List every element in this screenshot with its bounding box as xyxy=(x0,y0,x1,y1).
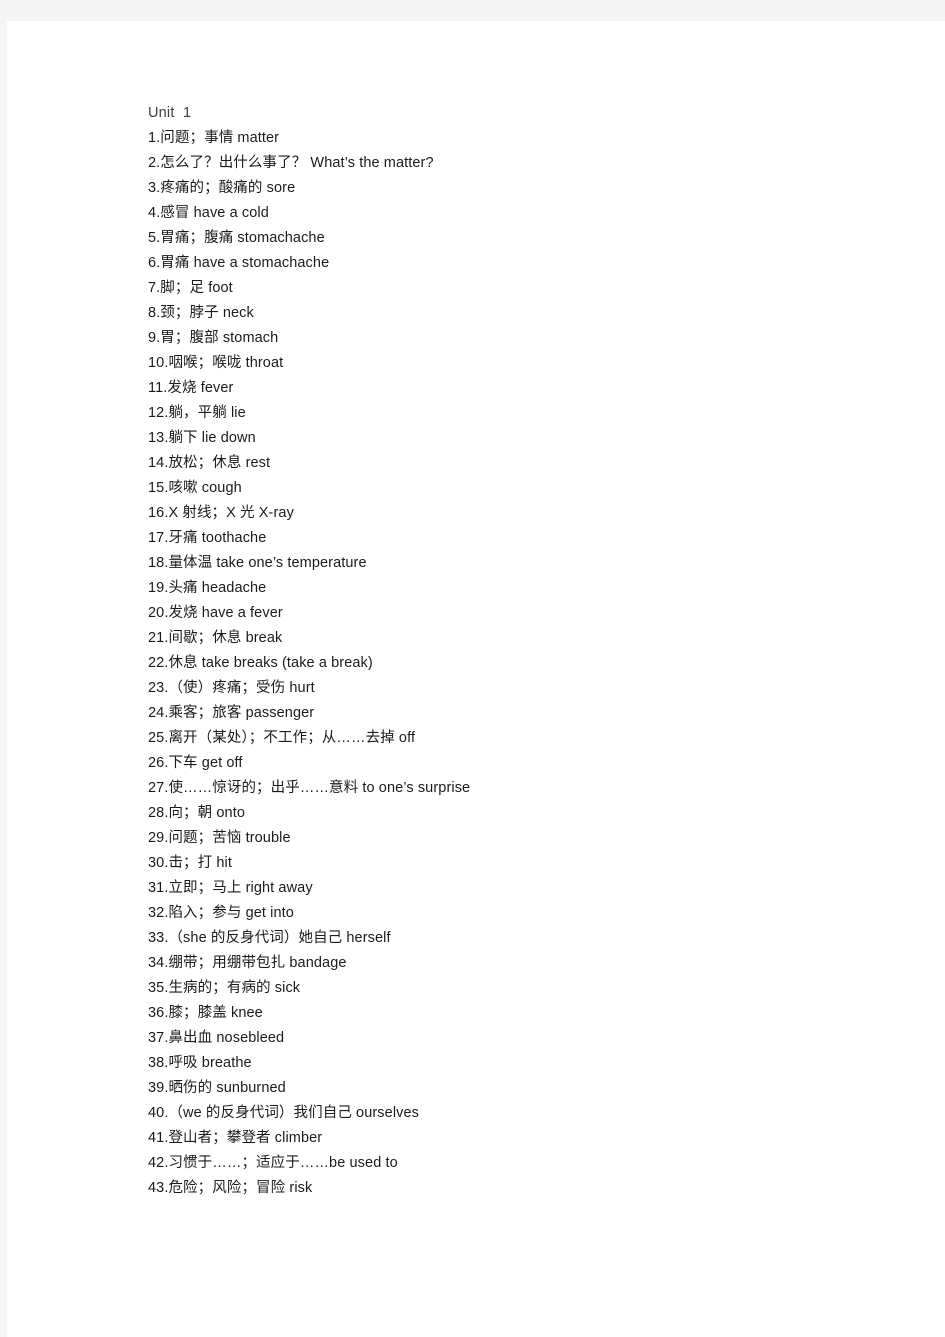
vocabulary-entry: 38.呼吸 breathe xyxy=(148,1055,252,1071)
vocabulary-entry: 41.登山者；攀登者 climber xyxy=(148,1130,323,1146)
vocabulary-entry: 2.怎么了？出什么事了？ What’s the matter? xyxy=(148,155,434,171)
vocabulary-entry: 6.胃痛 have a stomachache xyxy=(148,255,330,271)
vocabulary-entry: 22.休息 take breaks (take a break) xyxy=(148,655,373,671)
vocabulary-entry: 33.（she 的反身代词）她自己 herself xyxy=(148,930,391,946)
vocabulary-entry: 8.颈；脖子 neck xyxy=(148,305,254,321)
vocabulary-entry: 18.量体温 take one’s temperature xyxy=(148,555,367,571)
unit-heading: Unit 1 xyxy=(148,105,192,121)
vocabulary-entry: 20.发烧 have a fever xyxy=(148,605,283,621)
vocabulary-entry: 32.陷入；参与 get into xyxy=(148,905,294,921)
vocabulary-entry: 43.危险；风险；冒险 risk xyxy=(148,1180,313,1196)
vocabulary-entry: 4.感冒 have a cold xyxy=(148,205,269,221)
vocabulary-entry: 36.膝；膝盖 knee xyxy=(148,1005,263,1021)
vocabulary-entry: 13.躺下 lie down xyxy=(148,430,256,446)
vocabulary-entry: 35.生病的；有病的 sick xyxy=(148,980,301,996)
vocabulary-entry: 19.头痛 headache xyxy=(148,580,267,596)
vocabulary-entry: 21.间歇；休息 break xyxy=(148,630,283,646)
vocabulary-entry: 26.下车 get off xyxy=(148,755,243,771)
vocabulary-entry: 39.晒伤的 sunburned xyxy=(148,1080,286,1096)
vocabulary-entry: 27.使……惊讶的；出乎……意料 to one’s surprise xyxy=(148,780,471,796)
vocabulary-entry: 42.习惯于……；适应于……be used to xyxy=(148,1155,398,1171)
vocabulary-entry: 31.立即；马上 right away xyxy=(148,880,313,896)
vocabulary-entry: 9.胃；腹部 stomach xyxy=(148,330,279,346)
vocabulary-entry: 29.问题；苦恼 trouble xyxy=(148,830,291,846)
vocabulary-entry: 30.击；打 hit xyxy=(148,855,232,871)
vocabulary-entry: 24.乘客；旅客 passenger xyxy=(148,705,315,721)
vocabulary-entry: 11.发烧 fever xyxy=(148,380,234,396)
vocabulary-entry: 40.（we 的反身代词）我们自己 ourselves xyxy=(148,1105,420,1121)
document-page: Unit 1 1.问题；事情 matter 2.怎么了？出什么事了？ What’s… xyxy=(7,21,945,1337)
vocabulary-entry: 3.疼痛的；酸痛的 sore xyxy=(148,180,296,196)
vocabulary-entry: 5.胃痛；腹痛 stomachache xyxy=(148,230,325,246)
document-content: Unit 1 1.问题；事情 matter 2.怎么了？出什么事了？ What’s… xyxy=(148,101,908,1201)
vocabulary-entry: 12.躺，平躺 lie xyxy=(148,405,246,421)
vocabulary-entry: 28.向；朝 onto xyxy=(148,805,246,821)
vocabulary-entry: 1.问题；事情 matter xyxy=(148,130,280,146)
vocabulary-entry: 25.离开（某处）；不工作；从……去掉 off xyxy=(148,730,416,746)
vocabulary-entry: 7.脚；足 foot xyxy=(148,280,233,296)
vocabulary-entry: 15.咳嗽 cough xyxy=(148,480,242,496)
vocabulary-entry: 23.（使）疼痛；受伤 hurt xyxy=(148,680,315,696)
vocabulary-entry: 17.牙痛 toothache xyxy=(148,530,267,546)
vocabulary-entry: 16.X 射线；X 光 X-ray xyxy=(148,505,294,521)
vocabulary-entry: 10.咽喉；喉咙 throat xyxy=(148,355,284,371)
vocabulary-entry: 34.绷带；用绷带包扎 bandage xyxy=(148,955,347,971)
vocabulary-list: 1.问题；事情 matter 2.怎么了？出什么事了？ What’s the ma… xyxy=(148,126,908,1201)
vocabulary-entry: 14.放松；休息 rest xyxy=(148,455,271,471)
vocabulary-entry: 37.鼻出血 nosebleed xyxy=(148,1030,285,1046)
